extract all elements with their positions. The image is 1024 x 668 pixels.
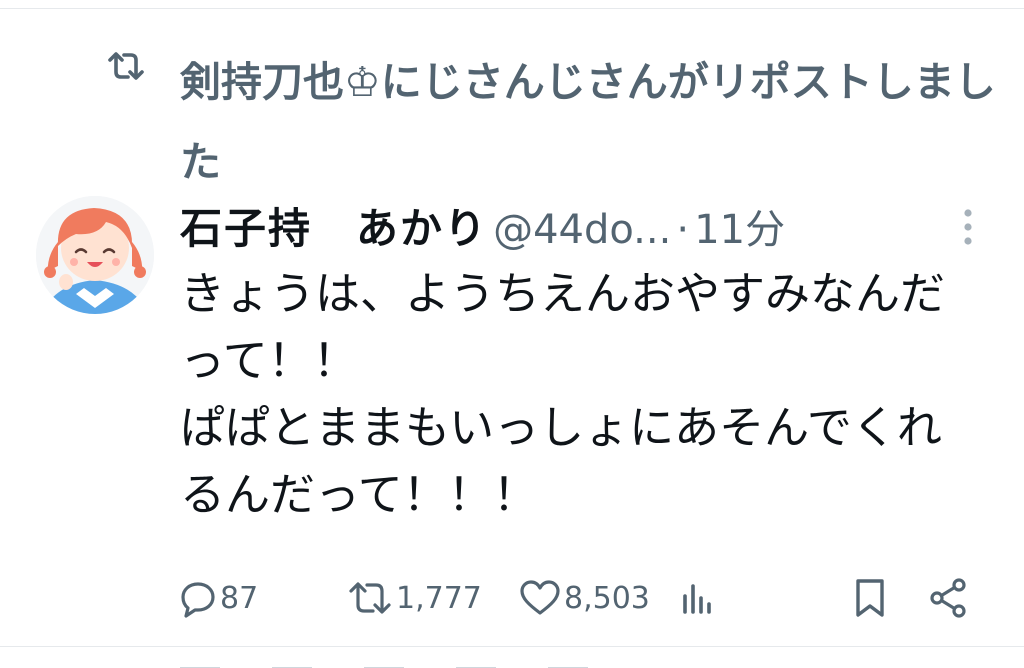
like-count: 8,503: [564, 580, 650, 616]
repost-label: 剣持刀也♔にじさんじさんがリポストしました: [180, 58, 996, 186]
display-name[interactable]: 石子持 あかり: [180, 204, 488, 253]
analytics-icon: [683, 584, 711, 614]
reply-button[interactable]: 87: [178, 570, 258, 626]
bookmark-button[interactable]: [852, 570, 888, 626]
more-options-icon[interactable]: [958, 205, 978, 249]
reply-icon: [181, 582, 215, 618]
reply-count: 87: [220, 580, 259, 616]
bottom-divider: [0, 646, 1024, 647]
user-handle[interactable]: @44do...: [493, 207, 671, 253]
avatar-illustration: [36, 196, 154, 314]
tweet-text: きょうは、ようちえんおやすみなんだって！！ ぱぱとままもいっしょにあそんでくれる…: [180, 267, 946, 521]
repost-button[interactable]: 1,777: [346, 570, 482, 626]
repost-icon: [108, 52, 144, 80]
like-button[interactable]: 8,503: [518, 570, 650, 626]
share-icon: [930, 578, 966, 618]
heart-icon: [520, 580, 560, 615]
avatar[interactable]: [36, 196, 154, 314]
repost-count: 1,777: [396, 580, 482, 616]
share-button[interactable]: [928, 570, 968, 626]
separator-dot: ·: [676, 207, 690, 253]
bookmark-icon: [856, 579, 884, 617]
tweet-header: 石子持 あかり @44do... · 11分: [180, 195, 970, 255]
next-post-peek: [180, 656, 700, 668]
views-button[interactable]: [680, 570, 716, 626]
action-bar: 87 1,777 8,503: [178, 570, 978, 626]
timestamp[interactable]: 11分: [694, 207, 785, 253]
repost-icon: [349, 582, 391, 614]
top-divider: [0, 8, 1024, 9]
